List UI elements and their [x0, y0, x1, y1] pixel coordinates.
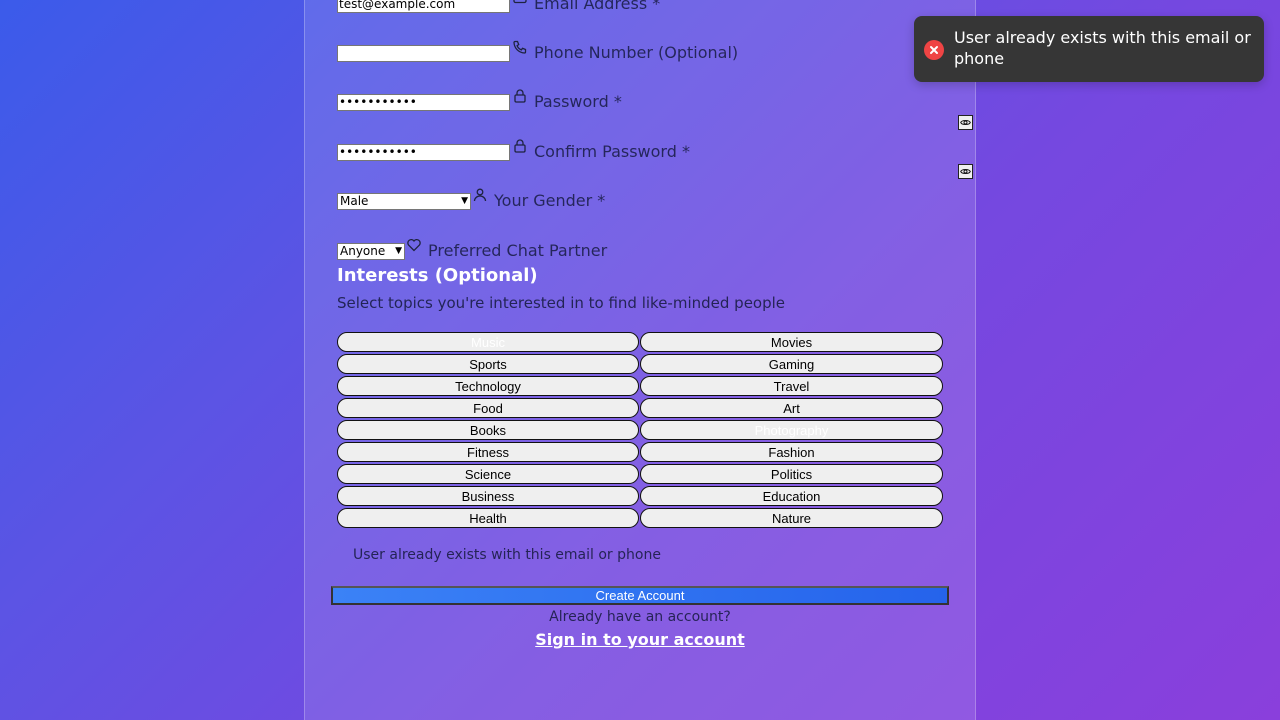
password-label: Password * — [534, 91, 622, 111]
error-message: User already exists with this email or p… — [353, 547, 661, 563]
interest-chip-nature[interactable]: Nature — [640, 508, 943, 528]
heart-icon — [406, 237, 422, 253]
interest-chip-travel[interactable]: Travel — [640, 376, 943, 396]
gender-select-value: Male — [340, 194, 369, 208]
eye-icon — [960, 168, 971, 175]
phone-icon — [512, 39, 528, 55]
show-password-toggle[interactable] — [958, 115, 973, 130]
show-confirm-password-toggle[interactable] — [958, 164, 973, 179]
partner-select-value: Anyone — [340, 244, 386, 258]
interest-chip-health[interactable]: Health — [337, 508, 639, 528]
interest-chip-food[interactable]: Food — [337, 398, 639, 418]
email-label: Email Address * — [534, 0, 661, 13]
interest-chip-fashion[interactable]: Fashion — [640, 442, 943, 462]
create-account-button[interactable]: Create Account — [331, 586, 949, 605]
interest-chip-movies[interactable]: Movies — [640, 332, 943, 352]
error-toast: User already exists with this email or p… — [914, 16, 1264, 82]
interest-chip-science[interactable]: Science — [337, 464, 639, 484]
email-row: test@example.com Email Address * — [337, 0, 660, 15]
toast-message: User already exists with this email or p… — [954, 28, 1251, 68]
chevron-down-icon: ▼ — [395, 246, 402, 256]
password-row: ••••••••••• Password * — [337, 88, 622, 113]
partner-label: Preferred Chat Partner — [428, 240, 608, 260]
interest-chip-gaming[interactable]: Gaming — [640, 354, 943, 374]
password-field[interactable]: ••••••••••• — [337, 93, 510, 111]
interests-title: Interests (Optional) — [337, 265, 538, 286]
user-icon — [472, 187, 488, 203]
interests-subtitle: Select topics you're interested in to fi… — [337, 294, 786, 312]
gender-row: Male ▼ Your Gender * — [337, 187, 606, 212]
email-field[interactable]: test@example.com — [337, 0, 510, 13]
confirm-password-label: Confirm Password * — [534, 141, 690, 161]
partner-row: Anyone ▼ Preferred Chat Partner — [337, 237, 608, 262]
gender-label: Your Gender * — [494, 190, 606, 210]
phone-field[interactable] — [337, 44, 510, 62]
phone-row: Phone Number (Optional) — [337, 39, 739, 64]
interest-chip-fitness[interactable]: Fitness — [337, 442, 639, 462]
interest-chip-books[interactable]: Books — [337, 420, 639, 440]
interest-chip-education[interactable]: Education — [640, 486, 943, 506]
confirm-password-field[interactable]: ••••••••••• — [337, 143, 510, 161]
error-x-icon — [924, 40, 944, 60]
interest-chip-music[interactable]: Music — [337, 332, 639, 352]
interest-chip-art[interactable]: Art — [640, 398, 943, 418]
interest-chip-sports[interactable]: Sports — [337, 354, 639, 374]
chevron-down-icon: ▼ — [461, 196, 468, 206]
interest-chip-politics[interactable]: Politics — [640, 464, 943, 484]
gender-select[interactable]: Male ▼ — [337, 192, 471, 210]
sign-in-link[interactable]: Sign in to your account — [331, 630, 949, 649]
lock-icon — [512, 138, 528, 154]
confirm-password-row: ••••••••••• Confirm Password * — [337, 138, 690, 163]
mail-icon — [512, 0, 528, 6]
interest-chip-photography[interactable]: Photography — [640, 420, 943, 440]
interest-chip-technology[interactable]: Technology — [337, 376, 639, 396]
interest-chip-business[interactable]: Business — [337, 486, 639, 506]
interests-grid: Music Movies Sports Gaming Technology Travel F… — [337, 332, 943, 530]
already-have-account-text: Already have an account? — [549, 609, 731, 625]
eye-icon — [960, 119, 971, 126]
partner-select[interactable]: Anyone ▼ — [337, 242, 405, 260]
lock-icon — [512, 88, 528, 104]
phone-label: Phone Number (Optional) — [534, 42, 739, 62]
